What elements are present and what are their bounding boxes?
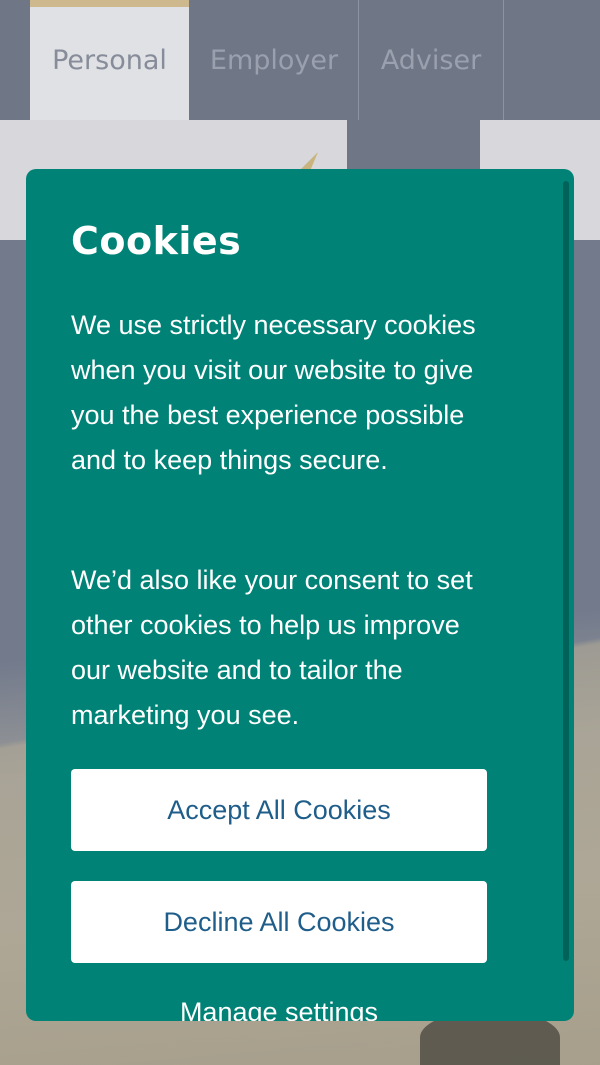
dialog-scrollbar[interactable] xyxy=(563,181,569,961)
tab-personal[interactable]: Personal xyxy=(30,0,189,120)
decline-all-cookies-button[interactable]: Decline All Cookies xyxy=(71,881,487,963)
tab-adviser[interactable]: Adviser xyxy=(359,0,503,120)
cookie-dialog-intro: We use strictly necessary cookies when y… xyxy=(71,310,476,475)
audience-tabs: Personal Employer Adviser xyxy=(0,0,600,120)
tab-employer-label: Employer xyxy=(209,44,339,76)
cookie-dialog-consent-text: We’d also like your consent to set other… xyxy=(71,565,473,730)
tab-employer[interactable]: Employer xyxy=(189,0,359,120)
accept-all-cookies-button[interactable]: Accept All Cookies xyxy=(71,769,487,851)
cookie-consent-dialog: Cookies We use strictly necessary cookie… xyxy=(26,169,574,1021)
tab-personal-label: Personal xyxy=(52,44,167,76)
cookie-dialog-title: Cookies xyxy=(71,219,242,263)
manage-settings-link[interactable]: Manage settings xyxy=(26,997,532,1021)
tab-adviser-label: Adviser xyxy=(380,44,482,76)
tab-divider xyxy=(503,0,504,120)
